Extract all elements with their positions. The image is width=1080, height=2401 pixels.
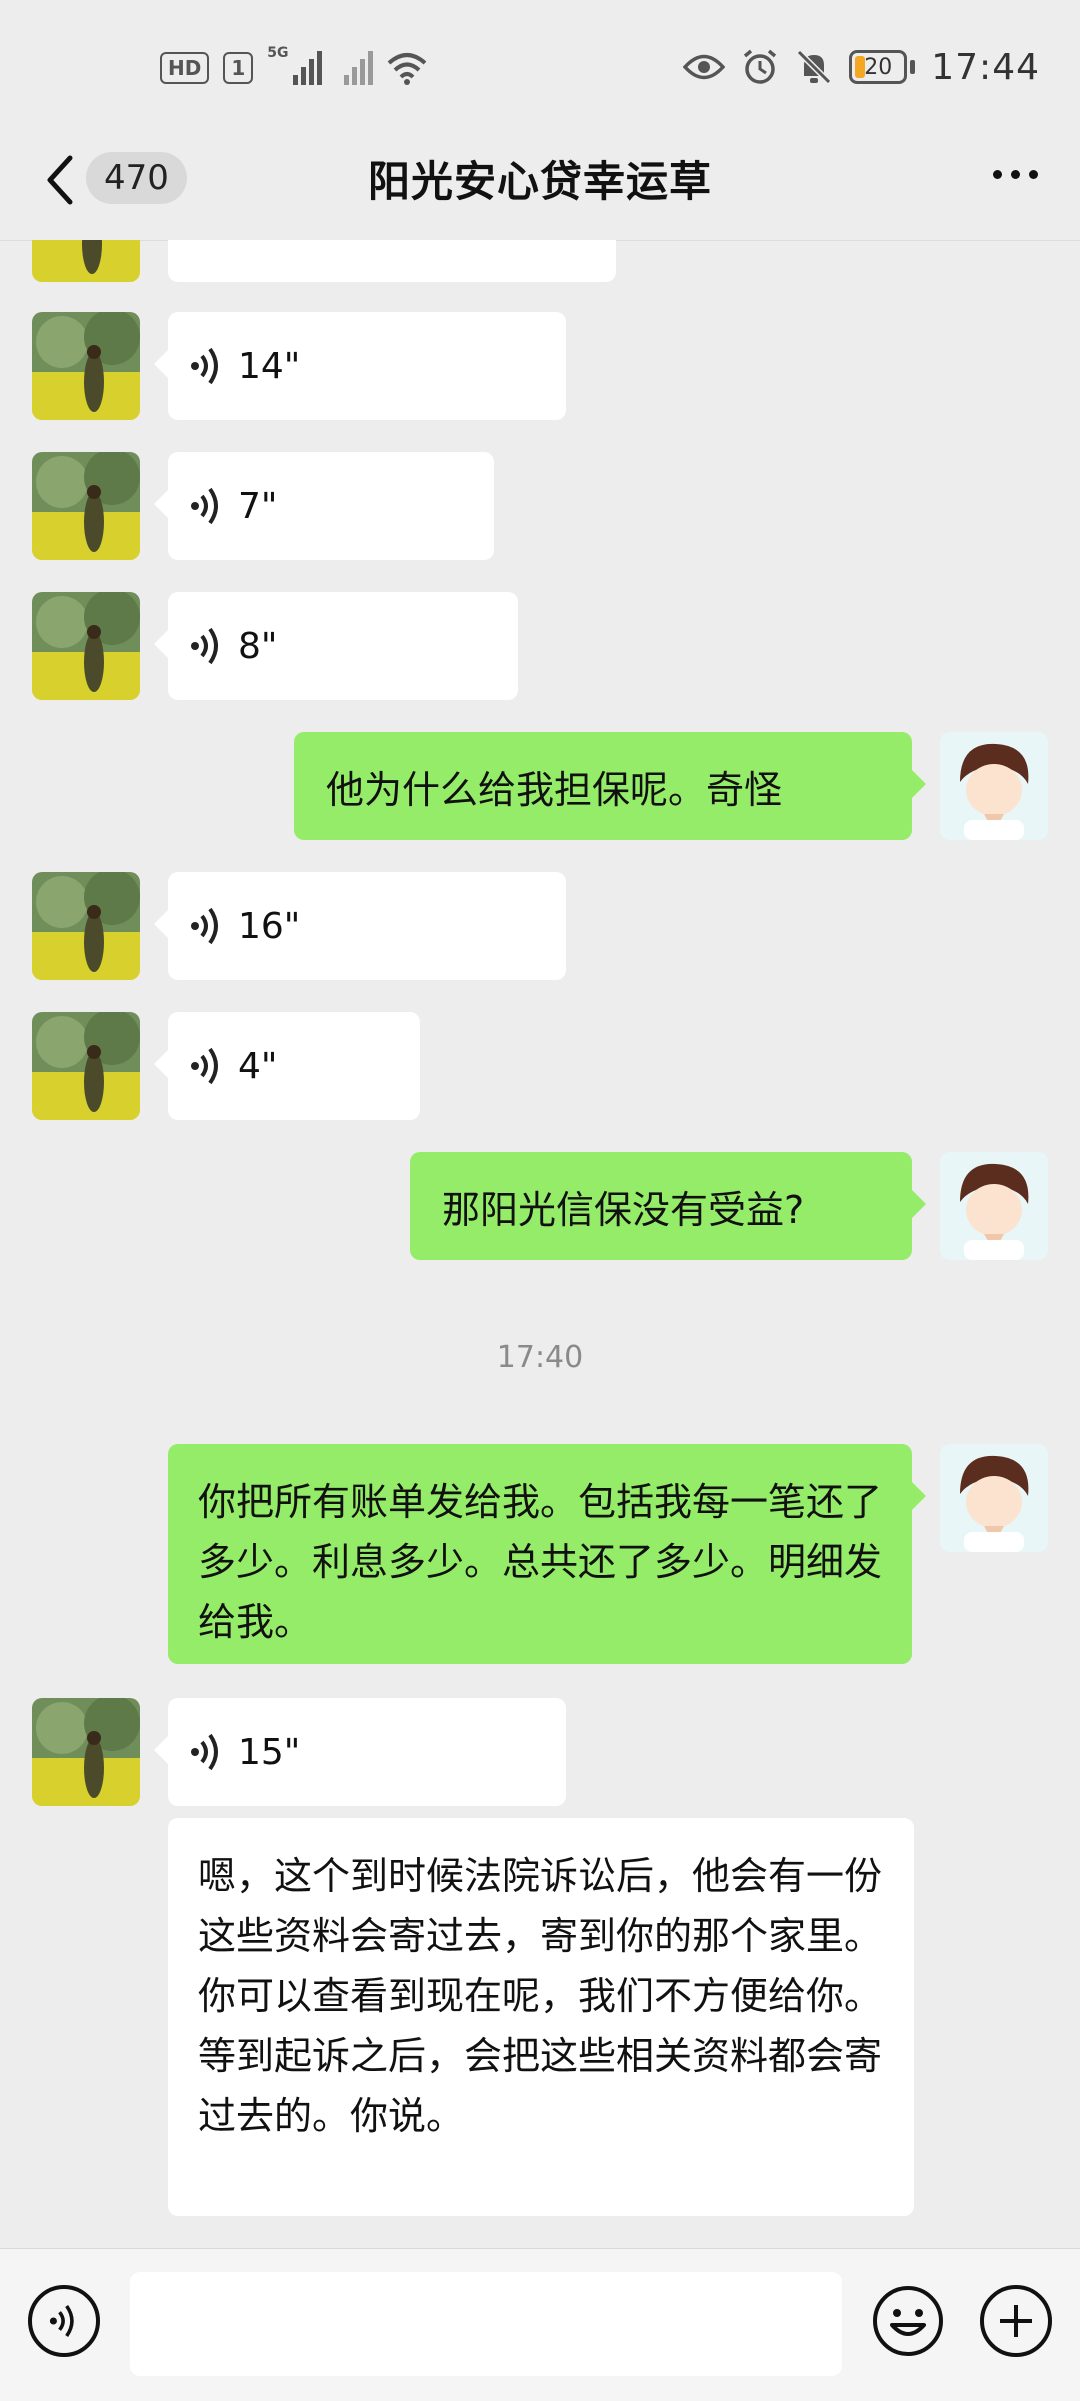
clock: 17:44 [931,46,1040,88]
battery-indicator: 20 [849,50,916,84]
message-input[interactable] [130,2272,842,2376]
my-avatar[interactable] [940,732,1048,840]
contact-avatar[interactable] [32,1012,140,1120]
voice-wave-icon [191,1733,218,1771]
voice-message-bubble[interactable]: 7" [154,452,494,560]
message-text: 他为什么给我担保呢。奇怪 [326,767,783,812]
voice-wave-icon [191,907,218,945]
voice-message-bubble[interactable]: 16" [154,872,566,980]
voice-message-bubble[interactable] [168,240,616,282]
voice-duration: 16" [238,905,301,947]
status-left-icons: HD 1 5G [160,45,427,88]
more-options-icon[interactable] [993,170,1038,179]
voice-wave-icon [191,627,218,665]
battery-icon: 20 [849,50,908,84]
my-avatar[interactable] [940,1152,1048,1260]
contact-avatar[interactable] [32,452,140,560]
voice-duration: 8" [238,625,278,667]
voice-message-bubble[interactable]: 4" [154,1012,420,1120]
voice-message-bubble[interactable]: 14" [154,312,566,420]
contact-avatar[interactable] [32,592,140,700]
eye-icon [683,54,726,80]
contact-avatar[interactable] [32,1698,140,1806]
contact-avatar[interactable] [32,312,140,420]
status-right-icons: 20 17:44 [683,44,1040,90]
message-timestamp: 17:40 [496,1340,584,1375]
battery-level: 20 [864,54,893,80]
voice-wave-icon [191,347,218,385]
voice-duration: 15" [238,1731,301,1773]
battery-cap [910,60,916,74]
voice-transcription-bubble[interactable]: 嗯，这个到时候法院诉讼后，他会有一份这些资料会寄过去，寄到你的那个家里。你可以查… [168,1818,914,2216]
chat-title: 阳光安心贷幸运草 [367,157,712,206]
status-bar: HD 1 5G 20 17:44 [0,0,1080,130]
network-label: 5G [267,45,289,61]
emoji-icon[interactable] [872,2285,944,2357]
alarm-icon [744,49,777,84]
outgoing-text-bubble[interactable]: 你把所有账单发给我。包括我每一笔还了多少。利息多少。总共还了多少。明细发给我。 [168,1444,926,1664]
transcription-text: 嗯，这个到时候法院诉讼后，他会有一份这些资料会寄过去，寄到你的那个家里。你可以查… [198,1854,883,2138]
message-list[interactable]: 14" 7" 8" 他为什么给我担保呢。奇怪 16" 4" 那阳光信保没有受益?… [0,240,1080,2245]
signal-off-icon [344,51,374,85]
voice-duration: 7" [238,485,278,527]
voice-input-button[interactable] [28,2285,100,2357]
outgoing-text-bubble[interactable]: 那阳光信保没有受益? [410,1152,926,1260]
mute-bell-icon [797,49,832,85]
wifi-icon [387,53,427,85]
sim-badge: 1 [223,52,254,84]
message-text: 你把所有账单发给我。包括我每一笔还了多少。利息多少。总共还了多少。明细发给我。 [198,1480,883,1644]
voice-wave-icon [191,1047,218,1085]
voice-message-bubble[interactable]: 15" [154,1698,566,1806]
contact-avatar[interactable] [32,240,140,282]
outgoing-text-bubble[interactable]: 他为什么给我担保呢。奇怪 [294,732,926,840]
signal-icon: 5G [267,45,323,85]
contact-avatar[interactable] [32,872,140,980]
message-text: 那阳光信保没有受益? [442,1187,805,1232]
voice-duration: 14" [238,345,301,387]
voice-wave-icon [191,487,218,525]
my-avatar[interactable] [940,1444,1048,1552]
voice-wave-icon [49,2304,74,2338]
voice-duration: 4" [238,1045,278,1087]
hd-badge: HD [160,52,210,84]
plus-button[interactable] [980,2285,1052,2357]
voice-message-bubble[interactable]: 8" [154,592,518,700]
